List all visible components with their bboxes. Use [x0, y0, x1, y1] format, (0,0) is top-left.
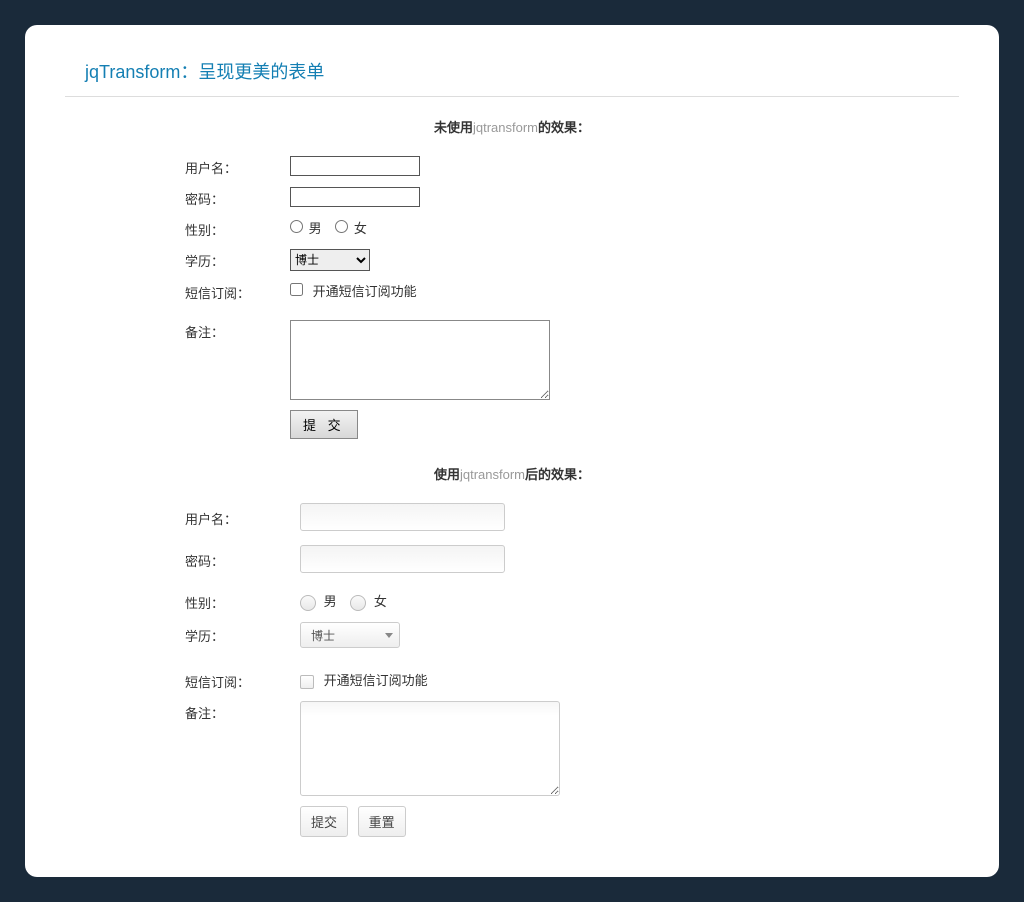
- section-heading-styled: 使用jqtransform后的效果：: [65, 464, 959, 483]
- reset-button-styled[interactable]: 重置: [358, 806, 406, 837]
- education-selected-value: 博士: [311, 627, 335, 644]
- gender-female-radio[interactable]: [335, 220, 348, 233]
- sms-checkbox-label: 开通短信订阅功能: [313, 284, 417, 299]
- sms-checkbox[interactable]: [290, 283, 303, 296]
- username-input[interactable]: [290, 156, 420, 176]
- label-gender-styled: 性别：: [185, 591, 300, 612]
- label-remark-styled: 备注：: [185, 701, 300, 722]
- username-input-styled[interactable]: [300, 503, 505, 531]
- heading-plain-pre: 未使用: [434, 120, 473, 135]
- heading-styled-lib: jqtransform: [460, 467, 525, 482]
- password-input[interactable]: [290, 187, 420, 207]
- form-plain: 用户名： 密码： 性别： 男 女 学历： 博士 短信订阅：: [185, 156, 959, 439]
- password-input-styled[interactable]: [300, 545, 505, 573]
- gender-male-label: 男: [309, 221, 322, 236]
- gender-female-label-styled: 女: [374, 594, 387, 609]
- label-remark: 备注：: [185, 320, 290, 341]
- heading-styled-post: 后的效果：: [525, 467, 590, 482]
- sms-checkbox-styled[interactable]: [300, 675, 314, 689]
- gender-female-radio-styled[interactable]: [350, 595, 366, 611]
- label-password: 密码：: [185, 187, 290, 208]
- chevron-down-icon: [385, 633, 393, 638]
- content-card: jqTransform：呈现更美的表单 未使用jqtransform的效果： 用…: [25, 25, 999, 877]
- label-username-styled: 用户名：: [185, 503, 300, 528]
- label-sms: 短信订阅：: [185, 281, 290, 302]
- heading-plain-post: 的效果：: [538, 120, 590, 135]
- gender-male-label-styled: 男: [324, 594, 337, 609]
- label-password-styled: 密码：: [185, 545, 300, 570]
- remark-textarea[interactable]: [290, 320, 550, 400]
- submit-button-styled[interactable]: 提交: [300, 806, 348, 837]
- education-select[interactable]: 博士: [290, 249, 370, 271]
- label-username: 用户名：: [185, 156, 290, 177]
- heading-plain-lib: jqtransform: [473, 120, 538, 135]
- label-gender: 性别：: [185, 218, 290, 239]
- label-education: 学历：: [185, 249, 290, 270]
- label-education-styled: 学历：: [185, 622, 300, 645]
- sms-checkbox-label-styled: 开通短信订阅功能: [324, 673, 428, 688]
- education-select-styled[interactable]: 博士: [300, 622, 400, 648]
- section-heading-plain: 未使用jqtransform的效果：: [65, 117, 959, 136]
- gender-male-radio[interactable]: [290, 220, 303, 233]
- gender-female-label: 女: [354, 221, 367, 236]
- form-styled: 用户名： 密码： 性别： 男 女 学历： 博士 短信订阅：: [185, 503, 959, 837]
- submit-button[interactable]: 提 交: [290, 410, 358, 439]
- page-title: jqTransform：呈现更美的表单: [65, 50, 959, 97]
- label-sms-styled: 短信订阅：: [185, 670, 300, 691]
- remark-textarea-styled[interactable]: [300, 701, 560, 796]
- heading-styled-pre: 使用: [434, 467, 460, 482]
- gender-male-radio-styled[interactable]: [300, 595, 316, 611]
